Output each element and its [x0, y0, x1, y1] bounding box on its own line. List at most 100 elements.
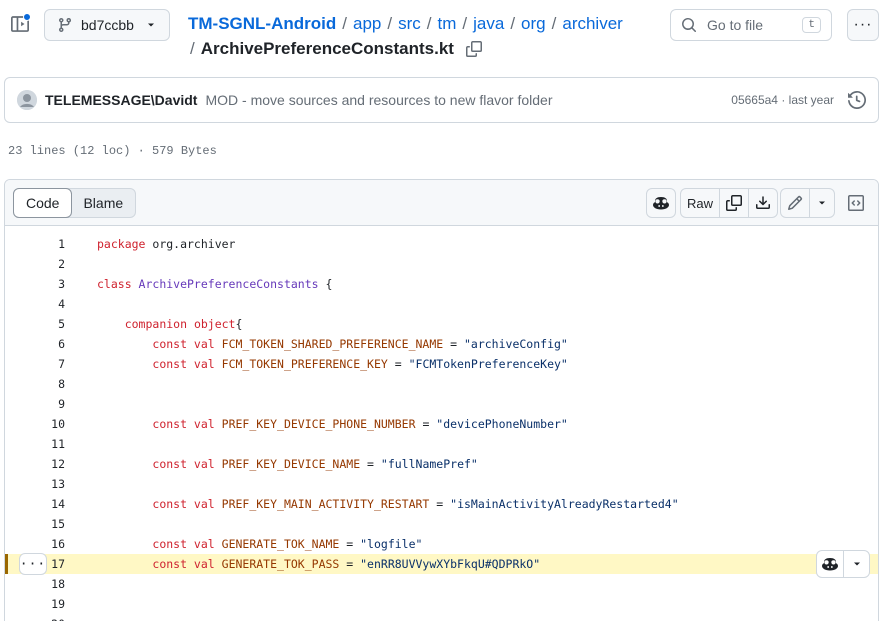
code-text: class ArchivePreferenceConstants { [97, 277, 332, 291]
line-number[interactable]: 19 [5, 597, 65, 611]
breadcrumb-link-org[interactable]: org [521, 14, 546, 33]
edit-file-button[interactable] [780, 188, 810, 218]
code-text: const val FCM_TOKEN_PREFERENCE_KEY = "FC… [97, 357, 567, 371]
commit-meta[interactable]: 05665a4 · last year [731, 93, 834, 107]
code-line[interactable]: 14 const val PREF_KEY_MAIN_ACTIVITY_REST… [5, 494, 878, 514]
code-line[interactable]: 6 const val FCM_TOKEN_SHARED_PREFERENCE_… [5, 334, 878, 354]
pencil-icon [787, 195, 803, 211]
code-line[interactable]: 16 const val GENERATE_TOK_NAME = "logfil… [5, 534, 878, 554]
line-number[interactable]: 6 [5, 337, 65, 351]
branch-selector-button[interactable]: bd7ccbb [44, 9, 170, 41]
code-token: = [339, 557, 361, 571]
breadcrumb-link-tm[interactable]: tm [438, 14, 457, 33]
code-line[interactable]: 2 [5, 254, 878, 274]
raw-button[interactable]: Raw [680, 188, 720, 218]
line-number[interactable]: 20 [5, 617, 65, 621]
code-token: { [235, 317, 243, 331]
history-icon[interactable] [848, 90, 867, 110]
shortcut-key: t [802, 17, 821, 33]
breadcrumb: TM-SGNL-Android / app / src / tm / java / org / arch… [188, 14, 623, 33]
line-number[interactable]: 12 [5, 457, 65, 471]
code-token: "fullNamePref" [380, 457, 478, 471]
copilot-icon [653, 197, 669, 210]
avatar-icon [17, 90, 37, 110]
symbols-panel-button[interactable] [843, 188, 869, 218]
tab-blame[interactable]: Blame [71, 189, 135, 217]
more-options-button[interactable]: ··· [847, 9, 879, 41]
code-line[interactable]: 4 [5, 294, 878, 314]
line-number[interactable]: 14 [5, 497, 65, 511]
code-line[interactable]: 10 const val PREF_KEY_DEVICE_PHONE_NUMBE… [5, 414, 878, 434]
breadcrumb-link-src[interactable]: src [398, 14, 421, 33]
line-number[interactable]: 16 [5, 537, 65, 551]
code-line[interactable]: 15 [5, 514, 878, 534]
code-line[interactable]: 12 const val PREF_KEY_DEVICE_NAME = "ful… [5, 454, 878, 474]
line-number[interactable]: 9 [5, 397, 65, 411]
breadcrumb-link-app[interactable]: app [353, 14, 381, 33]
code-line[interactable]: 11 [5, 434, 878, 454]
latest-commit-bar: TELEMESSAGE\Davidt MOD - move sources an… [4, 77, 879, 123]
code-token: = [443, 337, 464, 351]
breadcrumb-link-archiver[interactable]: archiver [562, 14, 622, 33]
code-line[interactable]: 5 companion object{ [5, 314, 878, 334]
code-line[interactable]: 7 const val FCM_TOKEN_PREFERENCE_KEY = "… [5, 354, 878, 374]
code-text: const val GENERATE_TOK_PASS = "enRR8UVVy… [97, 557, 540, 571]
code-line[interactable]: 19 [5, 594, 878, 614]
code-viewer: Code Blame Raw 1 package org.archiver 2 3 cl… [4, 179, 879, 621]
line-number[interactable]: 15 [5, 517, 65, 531]
download-button[interactable] [748, 188, 778, 218]
tab-code[interactable]: Code [13, 188, 73, 218]
code-token: const val [152, 537, 222, 551]
line-options-button[interactable]: ··· [19, 553, 47, 575]
copy-raw-button[interactable] [719, 188, 749, 218]
code-line[interactable]: 20 [5, 614, 878, 621]
breadcrumb-link-java[interactable]: java [473, 14, 504, 33]
edit-options-dropdown[interactable] [809, 188, 835, 218]
line-number[interactable]: 13 [5, 477, 65, 491]
kebab-horizontal-icon: ··· [853, 16, 873, 33]
code-line[interactable]: 1 package org.archiver [5, 234, 878, 254]
file-info: 23 lines (12 loc) · 579 Bytes [8, 144, 217, 158]
breadcrumb-file: / ArchivePreferenceConstants.kt [190, 37, 482, 61]
commit-author[interactable]: TELEMESSAGE\Davidt [45, 92, 197, 108]
code-token: const val [152, 357, 222, 371]
avatar[interactable] [17, 90, 37, 110]
sidebar-expand-icon[interactable] [8, 12, 32, 36]
line-number[interactable]: 1 [5, 237, 65, 251]
branch-label: bd7ccbb [81, 17, 134, 33]
code-line[interactable]: 9 [5, 394, 878, 414]
code-line[interactable]: 8 [5, 374, 878, 394]
code-text: const val PREF_KEY_DEVICE_PHONE_NUMBER =… [97, 417, 567, 431]
line-number[interactable]: 8 [5, 377, 65, 391]
code-token: class [97, 277, 139, 291]
code-token: FCM_TOKEN_PREFERENCE_KEY [221, 357, 388, 371]
copy-icon[interactable] [465, 41, 482, 57]
code-line[interactable]: 17 const val GENERATE_TOK_PASS = "enRR8U… [5, 550, 878, 578]
code-line[interactable]: 3 class ArchivePreferenceConstants { [5, 274, 878, 294]
code-token: = [415, 417, 437, 431]
line-number[interactable]: 7 [5, 357, 65, 371]
go-to-file-input[interactable]: Go to file t [670, 9, 832, 41]
breadcrumb-repo-link[interactable]: TM-SGNL-Android [188, 14, 336, 33]
line-number[interactable]: 11 [5, 437, 65, 451]
line-number[interactable]: 18 [5, 577, 65, 591]
git-branch-icon [58, 18, 71, 33]
code-token: "logfile" [360, 537, 423, 551]
line-number[interactable]: 4 [5, 297, 65, 311]
code-text: const val GENERATE_TOK_NAME = "logfile" [97, 537, 422, 551]
line-number[interactable]: 2 [5, 257, 65, 271]
line-number[interactable]: 5 [5, 317, 65, 331]
commit-message[interactable]: MOD - move sources and resources to new … [205, 92, 552, 108]
line-number[interactable]: 10 [5, 417, 65, 431]
code-line[interactable]: 13 [5, 474, 878, 494]
code-token: GENERATE_TOK_PASS [221, 557, 340, 571]
code-line[interactable]: 18 [5, 574, 878, 594]
line-number[interactable]: 3 [5, 277, 65, 291]
copilot-button[interactable] [646, 188, 676, 218]
